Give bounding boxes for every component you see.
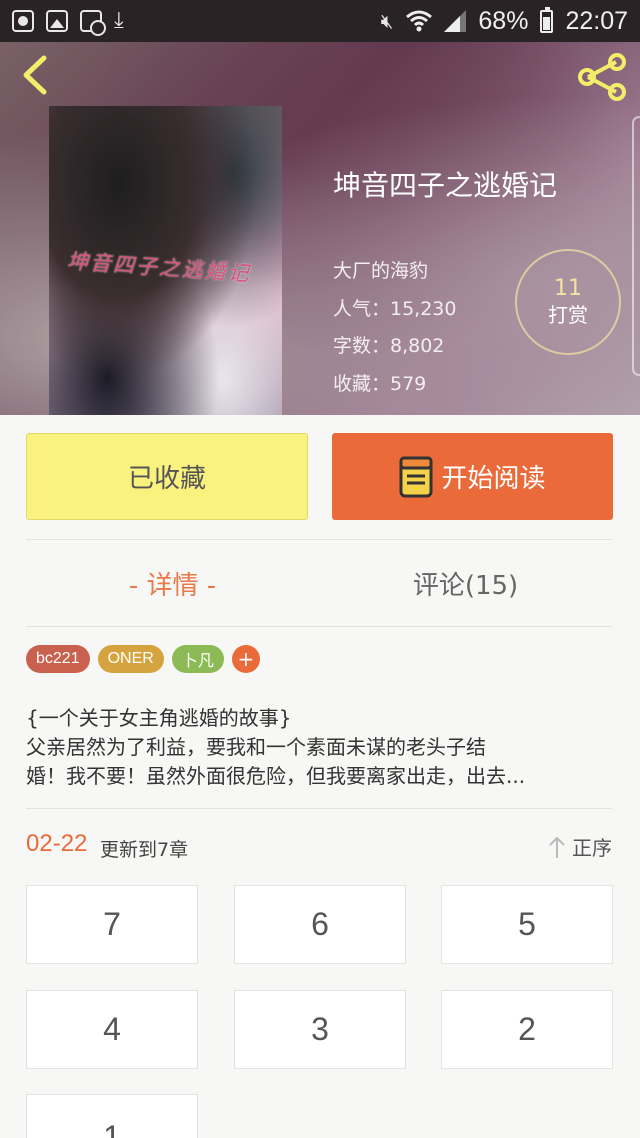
calendar-icon (80, 10, 106, 36)
battery-percent: 68% (478, 6, 529, 35)
clock: 22:07 (565, 6, 628, 35)
tab-detail-label: - 详情 - (128, 570, 217, 601)
tip-count: 11 (554, 275, 582, 301)
tag-bufan[interactable]: 卜凡 (171, 645, 224, 673)
sort-label: 正序 (572, 836, 612, 860)
chapter-button[interactable]: 6 (234, 885, 406, 964)
chevron-left-icon[interactable] (14, 52, 60, 98)
update-date: 02-22 (26, 830, 88, 857)
tab-detail[interactable]: - 详情 - (26, 560, 319, 606)
chapter-label: 1 (103, 1119, 121, 1138)
tip-label: 打赏 (548, 303, 588, 328)
chapter-button[interactable]: 5 (441, 885, 613, 964)
tag-bc221[interactable]: bc221 (26, 645, 90, 673)
tag-oner[interactable]: ONER (97, 645, 164, 673)
chapter-button[interactable]: 4 (26, 990, 198, 1069)
tip-button[interactable]: 11 打赏 (515, 249, 621, 355)
screenshot-icon (12, 10, 34, 32)
arrow-up-icon (549, 836, 565, 858)
divider (26, 808, 612, 809)
description-line: 父亲居然为了利益，要我和一个素面未谋的老头子结 (26, 735, 486, 759)
book-popularity: 人气：15,230 (333, 298, 457, 320)
chapter-button[interactable]: 2 (441, 990, 613, 1069)
collected-button[interactable]: 已收藏 (26, 433, 308, 520)
start-reading-label: 开始阅读 (441, 464, 546, 494)
wifi-icon (406, 10, 433, 32)
divider (26, 626, 612, 627)
divider (26, 539, 612, 540)
start-reading-button[interactable]: 开始阅读 (332, 433, 613, 520)
chapter-button[interactable]: 1 (26, 1094, 198, 1138)
update-text: 更新到7章 (100, 839, 189, 861)
book-description[interactable]: {一个关于女主角逃婚的故事} 父亲居然为了利益，要我和一个素面未谋的老头子结 婚… (26, 704, 616, 791)
book-header: 坤音四子之逃婚记 坤音四子之逃婚记 大厂的海豹 人气：15,230 字数：8,8… (0, 42, 640, 415)
chapter-button[interactable]: 7 (26, 885, 198, 964)
add-tag-button[interactable]: + (231, 645, 260, 673)
mute-icon: 🔇︎ (380, 9, 395, 33)
tab-comments-label: 评论(15) (412, 570, 519, 601)
description-line: 婚！我不要！虽然外面很危险，但我要离家出走，出去... (26, 764, 526, 788)
status-left: ⤓ (12, 8, 124, 36)
share-icon[interactable] (576, 52, 630, 102)
collected-label: 已收藏 (127, 464, 206, 494)
sort-button[interactable]: 正序 (548, 832, 612, 861)
description-line: {一个关于女主角逃婚的故事} (26, 706, 292, 730)
tab-comments[interactable]: 评论(15) (319, 560, 612, 606)
signal-icon (444, 10, 467, 32)
book-icon (399, 456, 433, 497)
tag-list: bc221 ONER 卜凡 + (26, 645, 260, 673)
status-right: 🔇︎ 68% 22:07 (380, 6, 628, 36)
book-favorites: 收藏：579 (333, 373, 427, 395)
status-bar: ⤓ 🔇︎ 68% 22:07 (0, 0, 640, 42)
book-cover: 坤音四子之逃婚记 (49, 106, 282, 415)
cover-title: 坤音四子之逃婚记 (66, 249, 252, 286)
side-panel-handle[interactable] (632, 116, 640, 376)
battery-icon (540, 6, 554, 33)
download-icon: ⤓ (114, 8, 124, 33)
book-title: 坤音四子之逃婚记 (333, 169, 558, 202)
chapter-button[interactable]: 3 (234, 990, 406, 1069)
gallery-icon (46, 10, 68, 32)
book-word-count: 字数：8,802 (333, 335, 445, 357)
book-author[interactable]: 大厂的海豹 (333, 256, 428, 283)
